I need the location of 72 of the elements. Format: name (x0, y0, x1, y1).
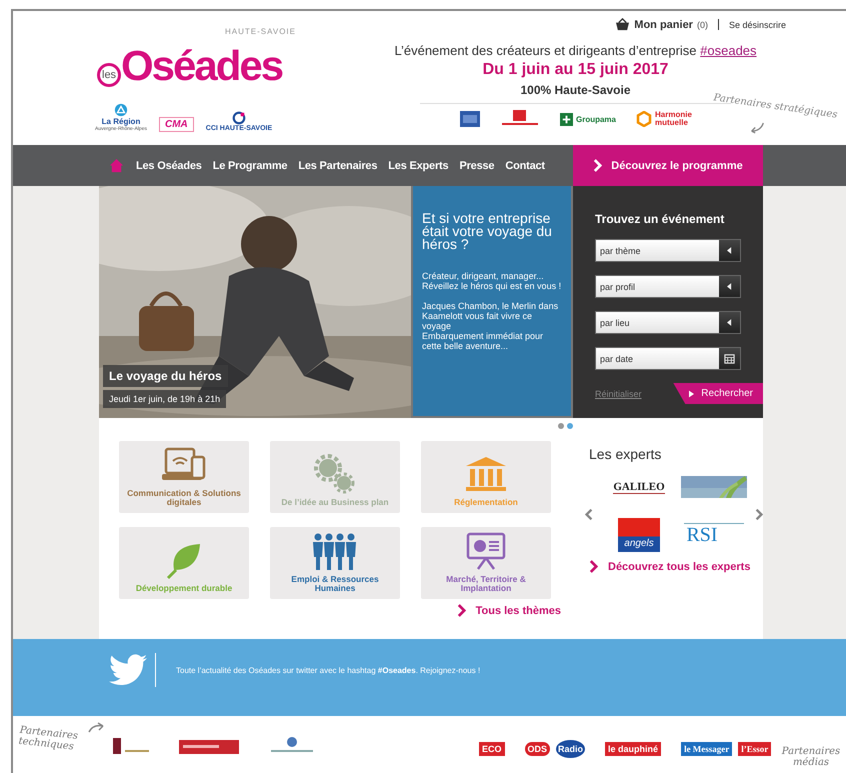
event-title: Le voyage du héros (103, 365, 228, 387)
media-logo[interactable]: l’Essor (738, 742, 772, 756)
handwritten-note: Partenaires médias (780, 746, 842, 768)
logo-prefix: les (97, 63, 122, 87)
search-title: Trouvez un événement (595, 212, 726, 226)
carousel-dot[interactable] (567, 423, 573, 429)
search-button[interactable]: Rechercher (673, 383, 763, 404)
caret-icon (727, 247, 732, 254)
event-region: 100% Haute-Savoie (520, 83, 631, 97)
cma-logo: CMA (158, 117, 194, 132)
expert-logo[interactable]: angels (618, 518, 660, 552)
media-logo[interactable]: Radio (556, 740, 586, 758)
chevron-right-icon (593, 159, 602, 172)
media-logo[interactable]: le Messager (681, 742, 732, 756)
theme-tile[interactable]: Emploi & Ressources Humaines (270, 527, 400, 599)
event-dates: Du 1 juin au 15 juin 2017 (482, 61, 668, 79)
all-experts-link[interactable]: Découvrez tous les experts (589, 560, 763, 573)
cci-logo-icon (232, 111, 246, 125)
program-button[interactable]: Découvrez le programme (573, 145, 763, 186)
theme-tile[interactable]: Marché, Territoire & Implantation (421, 527, 551, 599)
caret-icon (727, 319, 732, 326)
play-icon (689, 390, 694, 398)
reset-link[interactable]: Réinitialiser (595, 388, 642, 398)
bird-icon[interactable] (109, 654, 147, 686)
triangle-logo-icon (114, 103, 128, 117)
all-themes-link[interactable]: Tous les thèmes (99, 604, 561, 617)
nav-link[interactable]: Les Experts (388, 160, 448, 172)
banner-logo-icon (179, 740, 239, 754)
chevron-right-icon (456, 604, 466, 617)
caret-icon (727, 283, 732, 290)
media-logo[interactable]: le dauphiné (605, 742, 662, 756)
expert-logo[interactable]: GALILEO (613, 480, 665, 494)
handwritten-note: Partenaires stratégiques (712, 92, 838, 121)
chevron-right-icon (589, 560, 598, 573)
stamp-text: HAUTE-SAVOIE (225, 27, 296, 36)
dropdown-field[interactable]: par thème (595, 239, 741, 262)
nav-link[interactable]: Le Programme (212, 160, 288, 172)
tagline: L’événement des créateurs et dirigeants d’entreprise (394, 43, 697, 58)
promo-title: Et si votre entreprise était votre voyage du héros ? (422, 212, 553, 251)
nav-link[interactable]: Les Partenaires (298, 160, 378, 172)
calendar-icon (724, 353, 735, 364)
dropdown-field[interactable]: par profil (595, 275, 741, 298)
logo-name: Oséades (121, 45, 282, 87)
promo-text: Jacques Chambon, le Merlin dans Kaamelott vous fait vivre ce voyage (422, 301, 560, 331)
media-logo[interactable]: ECO (479, 742, 505, 756)
event-date: Jeudi 1er juin, de 19h à 21h (103, 390, 226, 408)
cart-count: (0) (696, 20, 708, 30)
institution-name: La Région (102, 117, 140, 126)
nav-link[interactable]: Les Oséades (136, 160, 202, 172)
unsubscribe-link[interactable]: Se désinscrire (728, 20, 786, 30)
cart-link[interactable]: Mon panier (634, 18, 693, 30)
hashtag-link[interactable]: #oseades (700, 43, 757, 58)
basket-icon (615, 18, 630, 31)
hexagon-logo-icon (636, 111, 652, 127)
promo-text: Créateur, dirigeant, manager... Réveillez le héros qui est en vous ! (422, 271, 562, 291)
home-icon[interactable] (109, 158, 124, 173)
bank-logo-icon (460, 111, 480, 127)
handwritten-note: Partenaires techniques (18, 724, 80, 754)
nav-link[interactable]: Presse (459, 160, 494, 172)
theme-tile[interactable]: Communication & Solutions digitales (119, 441, 249, 513)
groupama-logo-icon (560, 112, 573, 126)
date-field[interactable]: par date (595, 347, 741, 370)
twitter-message: Toute l’actualité des Oséades sur twitter avec le hashtag #Oseades. Rejoignez-nous ! (176, 666, 480, 674)
nav-link[interactable]: Contact (505, 160, 545, 172)
media-logo[interactable]: ODS (524, 742, 550, 756)
expert-logo[interactable]: RSI (684, 523, 744, 547)
experts-title: Les experts (589, 446, 662, 462)
partner-name: Harmonie mutuelle (655, 111, 691, 127)
dropdown-field[interactable]: par lieu (595, 311, 741, 334)
promo-text: Embarquement immédiat pour cette belle aventure... (422, 331, 544, 351)
carousel-dot[interactable] (558, 423, 564, 429)
partner-name: Groupama (576, 114, 616, 124)
